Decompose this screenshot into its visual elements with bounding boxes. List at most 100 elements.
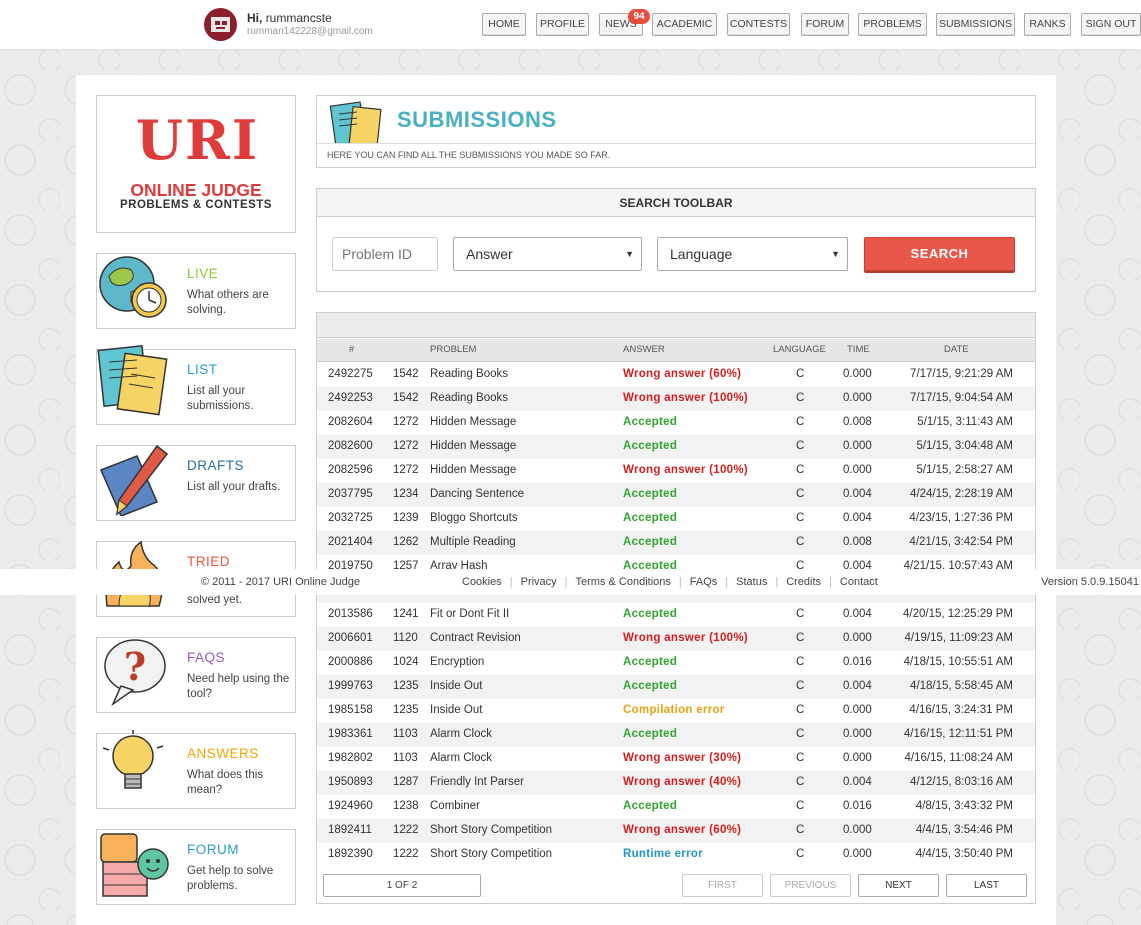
table-row[interactable]: 2000886 1024 Encryption Accepted C 0.016 4/18/… xyxy=(317,651,1035,675)
table-row[interactable]: 2082600 1272 Hidden Message Accepted C 0.000 5… xyxy=(317,435,1035,459)
side-card-drafts[interactable]: DRAFTS List all your drafts. xyxy=(96,444,296,521)
nav-academic[interactable]: ACADEMIC xyxy=(652,13,717,36)
language-select[interactable]: Language ▼ xyxy=(657,237,848,271)
table-row[interactable]: 2006601 1120 Contract Revision Wrong answer… xyxy=(317,627,1035,651)
submission-id[interactable]: 2006601 xyxy=(328,632,373,644)
problem-name[interactable]: Reading Books xyxy=(430,368,508,380)
table-row[interactable]: 2021404 1262 Multiple Reading Accepted C 0.00… xyxy=(317,531,1035,555)
submission-id[interactable]: 1983361 xyxy=(328,728,373,740)
user-name[interactable]: rummancste xyxy=(266,11,332,25)
answer-status[interactable]: Wrong answer (100%) xyxy=(623,464,748,476)
problem-name[interactable]: Reading Books xyxy=(430,392,508,404)
problem-name[interactable]: Alarm Clock xyxy=(430,728,492,740)
side-card-list[interactable]: LIST List all your submissions. xyxy=(96,345,296,425)
problem-name[interactable]: Multiple Reading xyxy=(430,536,516,548)
table-row[interactable]: 1999763 1235 Inside Out Accepted C 0.004 4/18/… xyxy=(317,675,1035,699)
answer-status[interactable]: Accepted xyxy=(623,416,677,428)
submission-id[interactable]: 2000886 xyxy=(328,656,373,668)
submission-id[interactable]: 2082604 xyxy=(328,416,373,428)
footer-link[interactable]: Credits xyxy=(786,576,821,588)
problem-name[interactable]: Alarm Clock xyxy=(430,752,492,764)
answer-status[interactable]: Wrong answer (60%) xyxy=(623,824,741,836)
column-header-problem[interactable]: PROBLEM xyxy=(430,344,476,355)
nav-profile[interactable]: PROFILE xyxy=(536,13,589,36)
problem-name[interactable]: Inside Out xyxy=(430,680,482,692)
table-row[interactable]: 2013586 1241 Fit or Dont Fit II Accepted C 0.… xyxy=(317,603,1035,627)
submission-id[interactable]: 2021404 xyxy=(328,536,373,548)
side-card-faqs[interactable]: ? FAQS Need help using the tool? xyxy=(96,637,296,713)
problem-name[interactable]: Friendly Int Parser xyxy=(430,776,524,788)
side-card-live[interactable]: LIVE What others are solving. xyxy=(96,253,296,329)
submission-id[interactable]: 2492275 xyxy=(328,368,373,380)
problem-name[interactable]: Dancing Sentence xyxy=(430,488,524,500)
answer-status[interactable]: Wrong answer (100%) xyxy=(623,632,748,644)
answer-status[interactable]: Wrong answer (100%) xyxy=(623,392,748,404)
table-row[interactable]: 1892390 1222 Short Story Competition Runtim… xyxy=(317,843,1035,867)
nav-contests[interactable]: CONTESTS xyxy=(727,13,790,36)
table-row[interactable]: 2492275 1542 Reading Books Wrong answer (60… xyxy=(317,363,1035,387)
table-row[interactable]: 2492253 1542 Reading Books Wrong answer (10… xyxy=(317,387,1035,411)
avatar[interactable] xyxy=(204,8,237,41)
footer-link[interactable]: Privacy xyxy=(521,576,557,588)
table-row[interactable]: 2082604 1272 Hidden Message Accepted C 0.008 5… xyxy=(317,411,1035,435)
column-header-id[interactable]: # xyxy=(349,344,354,355)
table-row[interactable]: 1982802 1103 Alarm Clock Wrong answer (30%)… xyxy=(317,747,1035,771)
nav-problems[interactable]: PROBLEMS xyxy=(858,13,927,36)
footer-link[interactable]: Contact xyxy=(840,576,878,588)
problem-name[interactable]: Encryption xyxy=(430,656,484,668)
submission-id[interactable]: 2492253 xyxy=(328,392,373,404)
table-row[interactable]: 2082596 1272 Hidden Message Wrong answer (1… xyxy=(317,459,1035,483)
submission-id[interactable]: 2013586 xyxy=(328,608,373,620)
table-row[interactable]: 1983361 1103 Alarm Clock Accepted C 0.000 4/16… xyxy=(317,723,1035,747)
answer-status[interactable]: Runtime error xyxy=(623,848,703,860)
answer-status[interactable]: Accepted xyxy=(623,656,677,668)
next-page-button[interactable]: NEXT xyxy=(858,874,939,897)
answer-status[interactable]: Accepted xyxy=(623,512,677,524)
first-page-button[interactable]: FIRST xyxy=(682,874,763,897)
table-row[interactable]: 2037795 1234 Dancing Sentence Accepted C 0.00… xyxy=(317,483,1035,507)
problem-name[interactable]: Hidden Message xyxy=(430,464,516,476)
nav-submissions[interactable]: SUBMISSIONS xyxy=(936,13,1015,36)
answer-status[interactable]: Accepted xyxy=(623,728,677,740)
submission-id[interactable]: 1985158 xyxy=(328,704,373,716)
answer-status[interactable]: Accepted xyxy=(623,440,677,452)
nav-home[interactable]: HOME xyxy=(482,13,526,36)
problem-name[interactable]: Combiner xyxy=(430,800,480,812)
side-card-forum[interactable]: FORUM Get help to solve problems. xyxy=(96,829,296,905)
submission-id[interactable]: 1892390 xyxy=(328,848,373,860)
table-row[interactable]: 1892411 1222 Short Story Competition Wrong … xyxy=(317,819,1035,843)
submission-id[interactable]: 1892411 xyxy=(328,824,372,836)
column-header-language[interactable]: LANGUAGE xyxy=(773,344,826,355)
nav-sign-out[interactable]: SIGN OUT xyxy=(1081,13,1141,36)
answer-status[interactable]: Accepted xyxy=(623,800,677,812)
problem-name[interactable]: Inside Out xyxy=(430,704,482,716)
nav-ranks[interactable]: RANKS xyxy=(1024,13,1071,36)
side-card-answers[interactable]: ANSWERS What does this mean? xyxy=(96,730,296,809)
footer-link[interactable]: Terms & Conditions xyxy=(576,576,671,588)
submission-id[interactable]: 2082596 xyxy=(328,464,373,476)
answer-status[interactable]: Accepted xyxy=(623,608,677,620)
answer-status[interactable]: Accepted xyxy=(623,488,677,500)
submission-id[interactable]: 2037795 xyxy=(328,488,373,500)
submission-id[interactable]: 1982802 xyxy=(328,752,373,764)
problem-id-input[interactable] xyxy=(332,237,438,271)
table-row[interactable]: 1950893 1287 Friendly Int Parser Wrong answ… xyxy=(317,771,1035,795)
answer-status[interactable]: Wrong answer (30%) xyxy=(623,752,741,764)
answer-status[interactable]: Wrong answer (60%) xyxy=(623,368,741,380)
problem-name[interactable]: Fit or Dont Fit II xyxy=(430,608,509,620)
submission-id[interactable]: 2082600 xyxy=(328,440,373,452)
submission-id[interactable]: 1950893 xyxy=(328,776,373,788)
submission-id[interactable]: 1924960 xyxy=(328,800,373,812)
table-row[interactable]: 2032725 1239 Bloggo Shortcuts Accepted C 0.00… xyxy=(317,507,1035,531)
uri-logo[interactable]: URI ONLINE JUDGE PROBLEMS & CONTESTS xyxy=(96,95,296,233)
answer-status[interactable]: Accepted xyxy=(623,680,677,692)
answer-status[interactable]: Compilation error xyxy=(623,704,725,716)
table-row[interactable]: 1924960 1238 Combiner Accepted C 0.016 4/8/15,… xyxy=(317,795,1035,819)
search-button[interactable]: SEARCH xyxy=(864,237,1015,271)
submission-id[interactable]: 2032725 xyxy=(328,512,373,524)
problem-name[interactable]: Short Story Competition xyxy=(430,848,552,860)
problem-name[interactable]: Bloggo Shortcuts xyxy=(430,512,518,524)
previous-page-button[interactable]: PREVIOUS xyxy=(770,874,851,897)
table-row[interactable]: 1985158 1235 Inside Out Compilation error C 0… xyxy=(317,699,1035,723)
answer-status[interactable]: Wrong answer (40%) xyxy=(623,776,741,788)
